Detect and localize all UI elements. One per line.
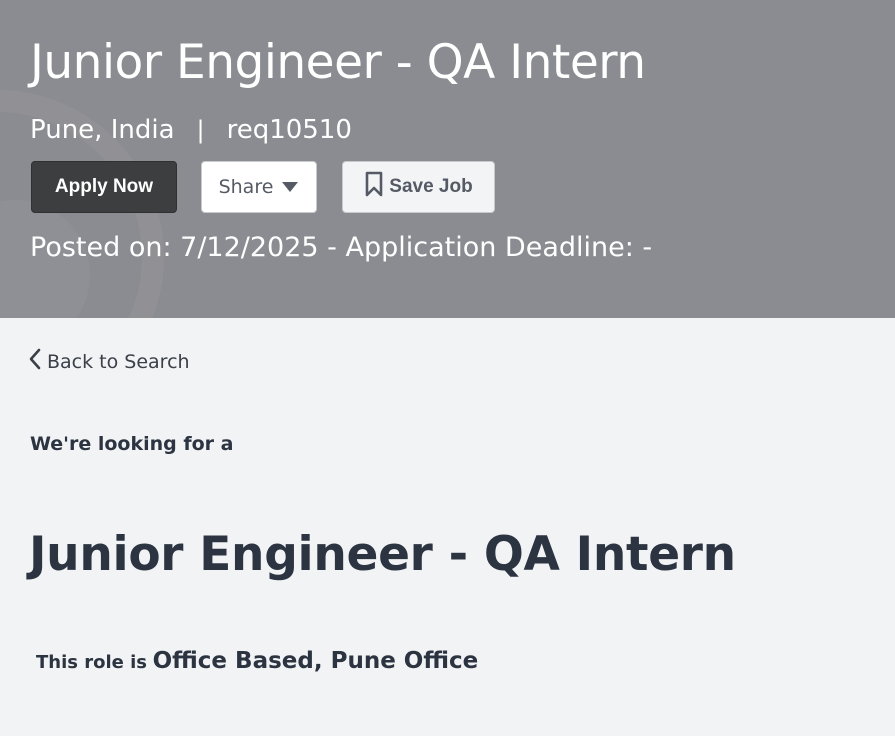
share-button[interactable]: Share xyxy=(201,161,317,213)
job-header: Junior Engineer - QA Intern Pune, India |… xyxy=(0,0,895,318)
chevron-left-icon xyxy=(29,348,41,375)
job-title-heading: Junior Engineer - QA Intern xyxy=(30,35,646,90)
job-meta: Pune, India | req10510 xyxy=(30,112,352,148)
save-job-button[interactable]: Save Job xyxy=(342,161,495,213)
save-job-label: Save Job xyxy=(389,176,473,197)
lead-text: We're looking for a xyxy=(30,433,234,455)
apply-now-button[interactable]: Apply Now xyxy=(31,161,177,213)
role-location-line: This role is Office Based, Pune Office xyxy=(36,648,478,674)
job-location: Pune, India xyxy=(30,115,175,145)
apply-now-label: Apply Now xyxy=(54,176,154,197)
bookmark-icon xyxy=(364,171,384,203)
role-prefix: This role is xyxy=(36,652,148,673)
back-to-search-link[interactable]: Back to Search xyxy=(29,348,190,375)
meta-separator: | xyxy=(196,116,205,144)
job-req-id: req10510 xyxy=(226,115,352,145)
back-to-search-label: Back to Search xyxy=(47,350,190,373)
share-label: Share xyxy=(218,176,274,198)
job-title-body: Junior Engineer - QA Intern xyxy=(29,527,736,582)
role-value: Office Based, Pune Office xyxy=(152,648,479,674)
caret-down-icon xyxy=(281,176,299,198)
posted-info: Posted on: 7/12/2025 - Application Deadl… xyxy=(30,232,653,263)
